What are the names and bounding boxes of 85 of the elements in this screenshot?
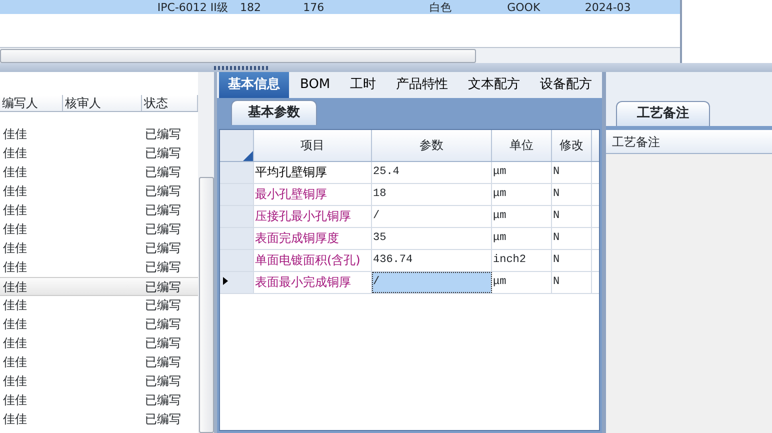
table-cell-text: 佳佳 xyxy=(2,373,28,390)
table-cell-text: 佳佳 xyxy=(2,279,28,295)
table-cell: μm xyxy=(492,184,552,204)
table-cell-text: 佳佳 xyxy=(2,259,28,276)
table-cell[interactable]: 18 xyxy=(372,184,492,204)
table-cell-text: 已编写 xyxy=(144,240,182,257)
notes-header: 工艺备注 xyxy=(606,130,772,154)
table-cell-text: 已编写 xyxy=(144,297,182,314)
table-cell: 平均孔壁铜厚 xyxy=(254,162,372,182)
table-cell: μm xyxy=(492,206,552,226)
table-cell: N xyxy=(552,228,592,248)
scrollbar-thumb[interactable] xyxy=(0,48,476,62)
table-cell-text: 已编写 xyxy=(144,373,182,390)
table-cell: 最小孔壁铜厚 xyxy=(254,184,372,204)
table-cell-text: 佳佳 xyxy=(2,183,28,200)
table-cell[interactable]: / xyxy=(372,272,492,292)
tab[interactable]: 文本配方 xyxy=(459,72,530,98)
table-cell-text: 已编写 xyxy=(144,259,182,276)
column-header[interactable]: 参数 xyxy=(372,130,492,160)
tab[interactable]: BOM xyxy=(291,72,340,98)
table-cell: μm xyxy=(492,162,552,182)
column-header[interactable]: 核审人 xyxy=(63,95,142,111)
table-cell-text: 已编写 xyxy=(144,221,182,238)
table-cell: N xyxy=(552,206,592,226)
table-cell-text: 佳佳 xyxy=(2,202,28,219)
table-cell: N xyxy=(552,250,592,270)
column-header[interactable]: 修改 xyxy=(552,130,592,160)
table-cell-text: 176 xyxy=(302,2,326,14)
table-cell-text: 2024-03 xyxy=(584,2,632,14)
table-cell-text: GOOK xyxy=(506,2,542,14)
table-cell: μm xyxy=(492,272,552,292)
corner-triangle-icon xyxy=(243,150,253,160)
table-cell-text: 佳佳 xyxy=(2,297,28,314)
table-cell-text: 已编写 xyxy=(144,145,182,162)
table-cell-text: 已编写 xyxy=(144,316,182,333)
vertical-scrollbar[interactable] xyxy=(198,72,214,433)
scrollbar-thumb[interactable] xyxy=(198,177,214,433)
tab[interactable]: 工时 xyxy=(341,72,386,98)
row-header[interactable] xyxy=(220,272,254,292)
table-cell-text: 佳佳 xyxy=(2,221,28,238)
table-cell-text: 已编写 xyxy=(144,183,182,200)
row-pointer-icon xyxy=(223,277,228,286)
table-cell: 压接孔最小孔铜厚 xyxy=(254,206,372,226)
table-cell: inch2 xyxy=(492,250,552,270)
notes-tab[interactable]: 工艺备注 xyxy=(616,101,710,126)
tab[interactable]: 产品特性 xyxy=(387,72,458,98)
table-cell: N xyxy=(552,272,592,292)
column-header[interactable]: 单位 xyxy=(492,130,552,160)
table-cell-text: 佳佳 xyxy=(2,411,28,428)
table-cell: N xyxy=(552,184,592,204)
table-cell-text: 佳佳 xyxy=(2,126,28,143)
table-cell[interactable]: / xyxy=(372,206,492,226)
table-cell[interactable]: 25.4 xyxy=(372,162,492,182)
table-cell-text: 佳佳 xyxy=(2,316,28,333)
table-cell-text: 已编写 xyxy=(144,126,182,143)
table-cell-text: 已编写 xyxy=(144,392,182,409)
table-cell-text: 白色 xyxy=(428,2,452,14)
table-cell-text: 佳佳 xyxy=(2,145,28,162)
column-header[interactable]: 编写人 xyxy=(0,95,63,111)
table-cell-text: 已编写 xyxy=(144,354,182,371)
table-cell-text: IPC-6012 II级 xyxy=(156,2,229,14)
table-cell-text: 已编写 xyxy=(144,335,182,352)
table-cell-text: 已编写 xyxy=(144,202,182,219)
corner-header[interactable] xyxy=(220,130,254,160)
table-cell-text: 已编写 xyxy=(144,411,182,428)
table-cell[interactable]: 35 xyxy=(372,228,492,248)
table-cell: μm xyxy=(492,228,552,248)
table-cell-text: 佳佳 xyxy=(2,335,28,352)
splitter-grip[interactable] xyxy=(214,66,268,70)
table-cell-text: 佳佳 xyxy=(2,164,28,181)
table-cell[interactable]: 436.74 xyxy=(372,250,492,270)
table-cell-text: 已编写 xyxy=(144,279,182,295)
table-cell-text: 已编写 xyxy=(144,164,182,181)
horizontal-scrollbar[interactable] xyxy=(0,47,680,63)
table-cell-text: 佳佳 xyxy=(2,240,28,257)
table-cell-text: 佳佳 xyxy=(2,392,28,409)
table-cell: N xyxy=(552,162,592,182)
table-cell: 表面完成铜厚度 xyxy=(254,228,372,248)
tab[interactable]: 基本信息 xyxy=(219,72,289,98)
tab[interactable]: 设备配方 xyxy=(531,72,602,98)
table-cell-text: 182 xyxy=(238,2,262,14)
table-cell: 单面电镀面积(含孔) xyxy=(254,250,372,270)
column-header[interactable]: 项目 xyxy=(254,130,372,160)
table-cell-text: 佳佳 xyxy=(2,354,28,371)
sub-tab[interactable]: 基本参数 xyxy=(231,100,317,124)
